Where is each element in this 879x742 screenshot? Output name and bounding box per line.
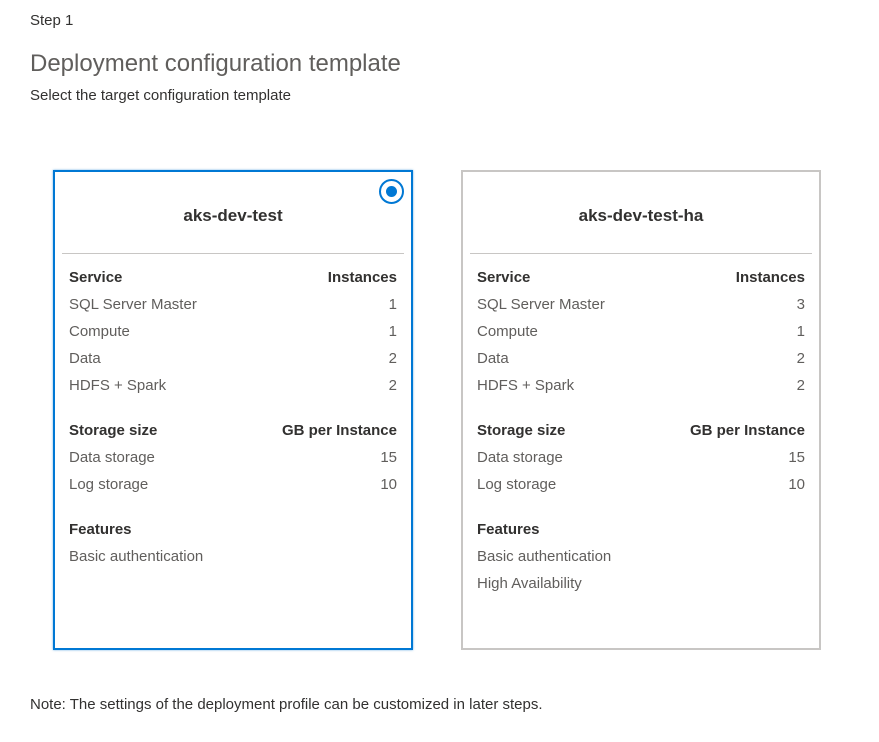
storage-row: Log storage 10 bbox=[477, 471, 805, 498]
service-instances: 2 bbox=[796, 377, 805, 394]
page-subtitle: Select the target configuration template bbox=[30, 87, 291, 104]
card-divider bbox=[62, 253, 404, 254]
storage-column-header: Storage size bbox=[477, 422, 566, 439]
gb-column-header: GB per Instance bbox=[689, 422, 805, 439]
service-name: SQL Server Master bbox=[69, 296, 197, 313]
service-name: Data bbox=[69, 350, 101, 367]
template-name: aks-dev-test bbox=[183, 206, 283, 225]
service-name: Compute bbox=[69, 323, 130, 340]
features-header-row: Features bbox=[477, 516, 805, 543]
service-name: HDFS + Spark bbox=[477, 377, 575, 394]
storage-size: 15 bbox=[788, 449, 805, 466]
services-header-row: Service Instances bbox=[477, 264, 805, 291]
service-instances: 1 bbox=[388, 296, 397, 313]
feature-row: Basic authentication bbox=[477, 543, 805, 570]
service-column-header: Service bbox=[477, 269, 531, 286]
note-text: Note: The settings of the deployment pro… bbox=[30, 696, 543, 713]
service-name: HDFS + Spark bbox=[69, 377, 167, 394]
service-row: Data 2 bbox=[477, 345, 805, 372]
storage-row: Data storage 15 bbox=[477, 444, 805, 471]
feature-row: Basic authentication bbox=[69, 543, 397, 570]
service-name: SQL Server Master bbox=[477, 296, 605, 313]
storage-header-row: Storage size GB per Instance bbox=[477, 417, 805, 444]
feature-name: High Availability bbox=[477, 575, 582, 592]
radio-dot bbox=[386, 186, 397, 197]
gb-column-header: GB per Instance bbox=[281, 422, 397, 439]
features-header: Features bbox=[69, 521, 132, 538]
service-name: Compute bbox=[477, 323, 538, 340]
storage-size: 10 bbox=[380, 476, 397, 493]
instances-column-header: Instances bbox=[735, 269, 805, 286]
storage-size: 10 bbox=[788, 476, 805, 493]
template-card-aks-dev-test-ha[interactable]: aks-dev-test-ha Service Instances SQL Se… bbox=[461, 170, 821, 650]
step-label: Step 1 bbox=[30, 12, 74, 29]
feature-name: Basic authentication bbox=[477, 548, 612, 565]
features-header-row: Features bbox=[69, 516, 397, 543]
service-instances: 3 bbox=[796, 296, 805, 313]
radio-selected-icon[interactable] bbox=[379, 179, 404, 204]
service-instances: 2 bbox=[388, 377, 397, 394]
storage-row: Log storage 10 bbox=[69, 471, 397, 498]
service-instances: 1 bbox=[796, 323, 805, 340]
service-row: SQL Server Master 1 bbox=[69, 291, 397, 318]
service-row: Compute 1 bbox=[477, 318, 805, 345]
service-name: Data bbox=[477, 350, 509, 367]
storage-header-row: Storage size GB per Instance bbox=[69, 417, 397, 444]
service-instances: 2 bbox=[388, 350, 397, 367]
service-row: Data 2 bbox=[69, 345, 397, 372]
feature-row: High Availability bbox=[477, 570, 805, 597]
service-row: SQL Server Master 3 bbox=[477, 291, 805, 318]
storage-name: Data storage bbox=[69, 449, 155, 466]
service-row: Compute 1 bbox=[69, 318, 397, 345]
service-column-header: Service bbox=[69, 269, 123, 286]
storage-name: Log storage bbox=[69, 476, 149, 493]
template-name: aks-dev-test-ha bbox=[578, 206, 704, 225]
service-instances: 2 bbox=[796, 350, 805, 367]
service-row: HDFS + Spark 2 bbox=[477, 372, 805, 399]
instances-column-header: Instances bbox=[327, 269, 397, 286]
template-card-aks-dev-test[interactable]: aks-dev-test Service Instances SQL Serve… bbox=[53, 170, 413, 650]
card-divider bbox=[470, 253, 812, 254]
page-title: Deployment configuration template bbox=[30, 50, 401, 77]
services-header-row: Service Instances bbox=[69, 264, 397, 291]
service-instances: 1 bbox=[388, 323, 397, 340]
template-details: Service Instances SQL Server Master 3 Co… bbox=[477, 264, 805, 597]
feature-name: Basic authentication bbox=[69, 548, 204, 565]
storage-size: 15 bbox=[380, 449, 397, 466]
storage-name: Log storage bbox=[477, 476, 557, 493]
features-header: Features bbox=[477, 521, 540, 538]
service-row: HDFS + Spark 2 bbox=[69, 372, 397, 399]
storage-name: Data storage bbox=[477, 449, 563, 466]
storage-row: Data storage 15 bbox=[69, 444, 397, 471]
storage-column-header: Storage size bbox=[69, 422, 158, 439]
template-details: Service Instances SQL Server Master 1 Co… bbox=[69, 264, 397, 570]
